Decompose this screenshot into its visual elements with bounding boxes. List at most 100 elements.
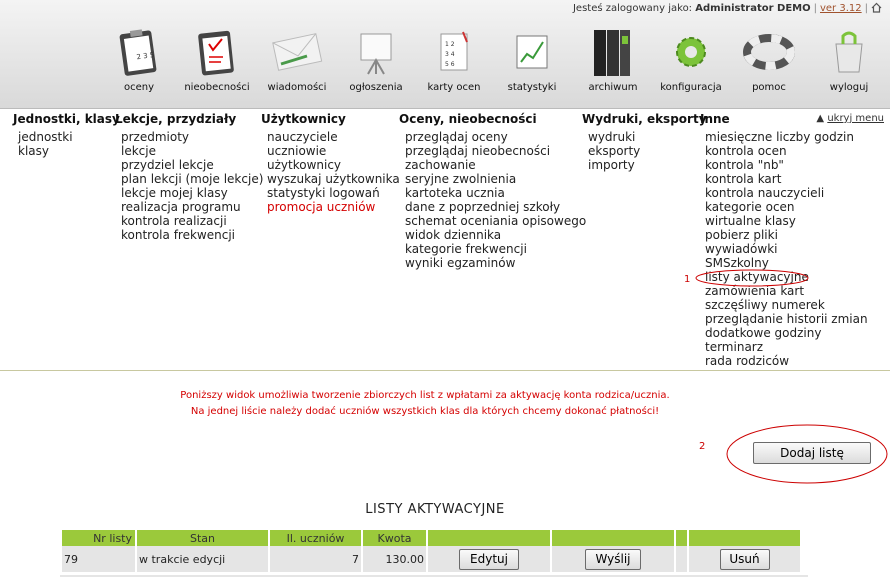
cell-edit: Edytuj	[428, 546, 550, 572]
clipboard-grades-icon: 2 3 5	[119, 29, 157, 76]
menu-item[interactable]: kategorie frekwencji	[405, 242, 586, 256]
svg-text:3 4: 3 4	[445, 51, 455, 58]
menu-item[interactable]: wyniki egzaminów	[405, 256, 586, 270]
nav-ogloszenia-label: ogłoszenia	[349, 82, 403, 93]
menu-item[interactable]: wyszukaj użytkownika	[267, 172, 400, 186]
menu-item[interactable]: przydziel lekcje	[121, 158, 263, 172]
menu-item[interactable]: wywiadówki	[705, 242, 868, 256]
menu-item[interactable]: klasy	[18, 144, 73, 158]
home-icon[interactable]	[871, 2, 882, 13]
menu-item[interactable]: lekcje	[121, 144, 263, 158]
svg-text:1 2: 1 2	[445, 41, 455, 48]
menu-item[interactable]: kontrola ocen	[705, 144, 868, 158]
nav-konfiguracja-label: konfiguracja	[660, 82, 722, 93]
menu-column-oceny: przeglądaj oceny przeglądaj nieobecności…	[405, 130, 586, 270]
binders-icon	[594, 30, 630, 76]
nav-karty-ocen-label: karty ocen	[427, 82, 481, 93]
column-header-kwota: Kwota	[363, 530, 426, 546]
column-header-il-uczniow: Il. uczniów	[270, 530, 361, 546]
cell-il-uczniow: 7	[270, 546, 361, 572]
logged-prefix: Jesteś zalogowany jako:	[572, 3, 693, 14]
menu-item[interactable]: przeglądanie historii zmian	[705, 312, 868, 326]
menu-item[interactable]: przeglądaj nieobecności	[405, 144, 586, 158]
menu-item[interactable]: miesięczne liczby godzin	[705, 130, 868, 144]
menu-item[interactable]: pobierz pliki	[705, 228, 868, 242]
menu-column-lekcje: przedmioty lekcje przydziel lekcje plan …	[121, 130, 263, 242]
version-link[interactable]: ver 3.12	[820, 3, 862, 14]
activation-lists-table: Nr listy Stan Il. uczniów Kwota 79 w tra…	[60, 530, 802, 572]
nav-karty-ocen-button[interactable]: 1 2 3 4 5 6 karty ocen	[415, 22, 493, 96]
edit-button[interactable]: Edytuj	[459, 548, 519, 570]
cell-kwota: 130.00	[363, 546, 426, 572]
nav-nieobecnosci-button[interactable]: nieobecności	[178, 22, 256, 96]
menu-item[interactable]: nauczyciele	[267, 130, 400, 144]
section-title: LISTY AKTYWACYJNE	[365, 502, 505, 517]
menu-item[interactable]: terminarz	[705, 340, 868, 354]
nav-wiadomosci-button[interactable]: wiadomości	[258, 22, 336, 96]
info-line-1: Poniższy widok umożliwia tworzenie zbior…	[180, 390, 670, 401]
menu-item-promocja[interactable]: promocja uczniów	[267, 200, 400, 214]
hide-menu-link[interactable]: ▲ ukryj menu	[816, 113, 884, 124]
menu-item[interactable]: zachowanie	[405, 158, 586, 172]
envelope-icon	[272, 33, 323, 71]
menu-item[interactable]: importy	[588, 158, 640, 172]
menu-item[interactable]: wydruki	[588, 130, 640, 144]
nav-archiwum-label: archiwum	[588, 82, 638, 93]
menu-item[interactable]: lekcje mojej klasy	[121, 186, 263, 200]
nav-wyloguj-button[interactable]: wyloguj	[810, 22, 888, 96]
easel-board-icon	[360, 33, 392, 75]
column-header-stan: Stan	[137, 530, 268, 546]
menu-item[interactable]: uczniowie	[267, 144, 400, 158]
nav-archiwum-button[interactable]: archiwum	[574, 22, 652, 96]
remove-button[interactable]: Usuń	[719, 548, 770, 570]
nav-konfiguracja-button[interactable]: konfiguracja	[652, 22, 730, 96]
nav-pomoc-button[interactable]: pomoc	[730, 22, 808, 96]
menu-item[interactable]: wirtualne klasy	[705, 214, 868, 228]
menu-item[interactable]: przeglądaj oceny	[405, 130, 586, 144]
menu-item[interactable]: widok dziennika	[405, 228, 586, 242]
menu-item[interactable]: dodatkowe godziny	[705, 326, 868, 340]
menu-item[interactable]: realizacja programu	[121, 200, 263, 214]
menu-item[interactable]: kontrola realizacji	[121, 214, 263, 228]
cell-nr: 79	[62, 546, 135, 572]
menu-item[interactable]: kartoteka ucznia	[405, 186, 586, 200]
cell-send: Wyślij	[552, 546, 674, 572]
menu-item[interactable]: statystyki logowań	[267, 186, 400, 200]
annotation-1: 1	[684, 274, 691, 285]
menu-item[interactable]: dane z poprzedniej szkoły	[405, 200, 586, 214]
menu-item[interactable]: kontrola kart	[705, 172, 868, 186]
nav-oceny-button[interactable]: 2 3 5 oceny	[100, 22, 178, 96]
column-header-nr: Nr listy	[62, 530, 135, 546]
table-header-row: Nr listy Stan Il. uczniów Kwota	[62, 530, 800, 546]
cell-stan: w trakcie edycji	[137, 546, 268, 572]
column-header-edit	[428, 530, 550, 546]
menu-item[interactable]: schemat oceniania opisowego	[405, 214, 586, 228]
lifebuoy-icon	[743, 34, 795, 70]
menu-heading-oceny: Oceny, nieobecności	[399, 112, 537, 126]
menu-item[interactable]: kontrola "nb"	[705, 158, 868, 172]
menu-heading-inne: Inne	[700, 112, 730, 126]
menu-item[interactable]: eksporty	[588, 144, 640, 158]
menu-column-uzytkownicy: nauczyciele uczniowie użytkownicy wyszuk…	[267, 130, 400, 214]
nav-statystyki-button[interactable]: statystyki	[493, 22, 571, 96]
menu-heading-jednostki: Jednostki, klasy	[13, 112, 120, 126]
add-list-button[interactable]: Dodaj listę	[753, 442, 871, 464]
menu-item[interactable]: plan lekcji (moje lekcje)	[121, 172, 263, 186]
menu-item[interactable]: rada rodziców	[705, 354, 868, 368]
menu-heading-wydruki: Wydruki, eksporty	[582, 112, 707, 126]
nav-nieobecnosci-label: nieobecności	[184, 82, 250, 93]
table-row: 79 w trakcie edycji 7 130.00 Edytuj Wyśl…	[62, 546, 800, 572]
nav-ogloszenia-button[interactable]: ogłoszenia	[337, 22, 415, 96]
menu-item[interactable]: kategorie ocen	[705, 200, 868, 214]
menu-item[interactable]: seryjne zwolnienia	[405, 172, 586, 186]
menu-column-jednostki: jednostki klasy	[18, 130, 73, 158]
menu-item[interactable]: szczęśliwy numerek	[705, 298, 868, 312]
menu-item[interactable]: kontrola frekwencji	[121, 228, 263, 242]
menu-item[interactable]: kontrola nauczycieli	[705, 186, 868, 200]
info-line-2: Na jednej liście należy dodać uczniów ws…	[190, 406, 660, 417]
menu-item[interactable]: jednostki	[18, 130, 73, 144]
send-button[interactable]: Wyślij	[585, 548, 641, 570]
menu-item[interactable]: przedmioty	[121, 130, 263, 144]
menu-item[interactable]: użytkownicy	[267, 158, 400, 172]
nav-statystyki-label: statystyki	[507, 82, 557, 93]
